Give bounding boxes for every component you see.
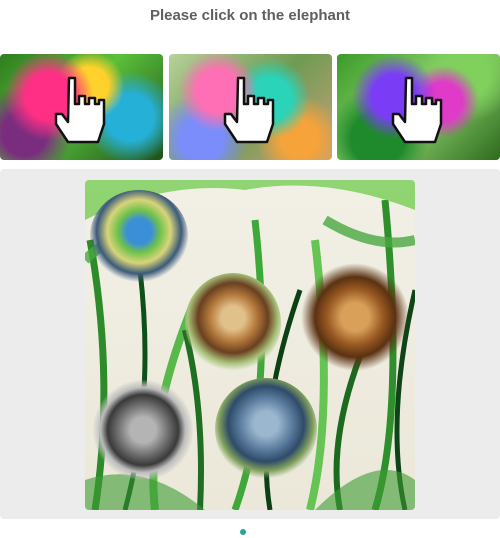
example-image-2 xyxy=(169,54,332,160)
animal-bear[interactable] xyxy=(300,263,410,371)
example-images xyxy=(0,54,500,160)
progress-indicator xyxy=(240,527,262,535)
challenge-panel xyxy=(0,169,500,519)
challenge-prompt: Please click on the elephant xyxy=(149,7,351,24)
animal-lion[interactable] xyxy=(185,273,281,373)
example-image-1 xyxy=(0,54,163,160)
footer-bar xyxy=(0,525,500,536)
challenge-image[interactable] xyxy=(85,180,415,510)
animal-parrot[interactable] xyxy=(90,190,188,282)
animal-elephant[interactable] xyxy=(215,378,317,480)
hand-pointer-icon xyxy=(54,76,106,144)
animal-squirrel[interactable] xyxy=(93,380,193,480)
hand-pointer-icon xyxy=(391,76,443,144)
example-image-3 xyxy=(337,54,500,160)
hand-pointer-icon xyxy=(223,76,275,144)
